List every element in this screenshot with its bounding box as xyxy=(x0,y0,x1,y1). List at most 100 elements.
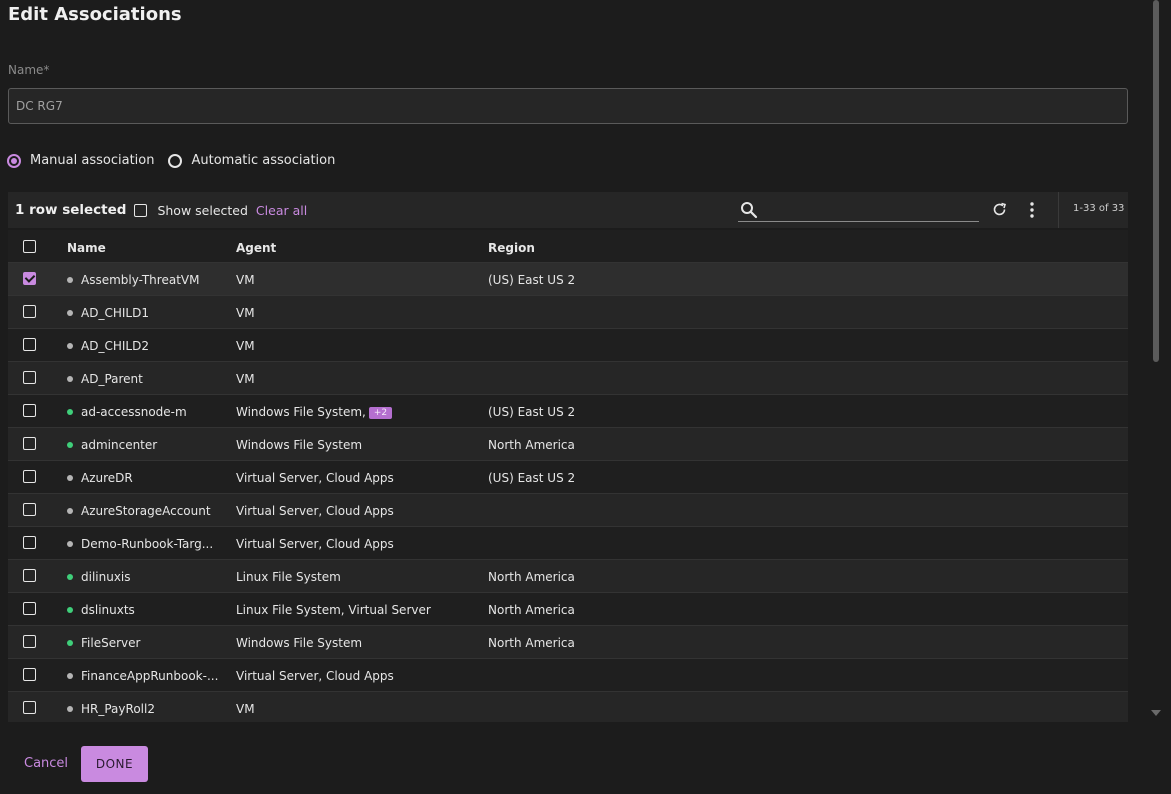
status-dot-icon xyxy=(67,607,73,613)
status-dot-icon xyxy=(67,640,73,646)
row-agent-text: VM xyxy=(236,273,255,287)
row-name[interactable]: AD_CHILD1 xyxy=(81,306,149,320)
manual-association-radio[interactable]: Manual association xyxy=(7,153,154,168)
row-checkbox[interactable] xyxy=(23,668,36,681)
row-agent: VM xyxy=(236,702,255,716)
table-row[interactable]: ad-accessnode-m Windows File System, +2 (US… xyxy=(8,395,1128,428)
table-row[interactable]: admincenter Windows File System North Amer… xyxy=(8,428,1128,461)
row-name[interactable]: admincenter xyxy=(81,438,157,452)
row-name[interactable]: HR_PayRoll2 xyxy=(81,702,155,716)
clear-all-link[interactable]: Clear all xyxy=(256,203,307,218)
select-all-checkbox[interactable] xyxy=(23,240,36,253)
row-checkbox[interactable] xyxy=(23,437,36,450)
row-agent: Linux File System, Virtual Server xyxy=(236,603,431,617)
row-name[interactable]: ad-accessnode-m xyxy=(81,405,187,419)
toolbar-divider xyxy=(1058,192,1059,228)
scrollbar-thumb[interactable] xyxy=(1153,0,1159,362)
row-checkbox[interactable] xyxy=(23,569,36,582)
table-row[interactable]: Demo-Runbook-Targ... Virtual Server, Clou… xyxy=(8,527,1128,560)
row-checkbox[interactable] xyxy=(23,602,36,615)
done-button[interactable]: DONE xyxy=(81,746,148,782)
row-name[interactable]: FinanceAppRunbook-... xyxy=(81,669,218,683)
table-row[interactable]: AD_CHILD1 VM xyxy=(8,296,1128,329)
row-checkbox[interactable] xyxy=(23,272,36,285)
status-dot-icon xyxy=(67,706,73,712)
automatic-association-label: Automatic association xyxy=(191,153,336,168)
name-input[interactable]: DC RG7 xyxy=(8,88,1128,124)
row-agent-text: VM xyxy=(236,306,255,320)
cancel-button[interactable]: Cancel xyxy=(24,756,68,771)
row-agent-text: VM xyxy=(236,372,255,386)
table-row[interactable]: HR_PayRoll2 VM xyxy=(8,692,1128,725)
table-row[interactable]: FinanceAppRunbook-... Virtual Server, Clo… xyxy=(8,659,1128,692)
table-row[interactable]: Assembly-ThreatVM VM (US) East US 2 xyxy=(8,263,1128,296)
row-agent-text: Windows File System xyxy=(236,438,363,452)
scrollbar[interactable] xyxy=(1150,0,1162,722)
scroll-down-arrow-icon[interactable] xyxy=(1151,710,1161,716)
table-row[interactable]: AzureDR Virtual Server, Cloud Apps (US) Ea… xyxy=(8,461,1128,494)
row-checkbox[interactable] xyxy=(23,470,36,483)
row-checkbox[interactable] xyxy=(23,404,36,417)
table-row[interactable]: AD_CHILD2 VM xyxy=(8,329,1128,362)
search-icon xyxy=(740,201,758,223)
row-checkbox[interactable] xyxy=(23,371,36,384)
row-agent: Windows File System xyxy=(236,438,362,452)
row-region: North America xyxy=(488,636,575,650)
row-agent-text: Virtual Server, Cloud Apps xyxy=(236,537,394,551)
row-name[interactable]: AD_Parent xyxy=(81,372,143,386)
status-dot-icon xyxy=(67,376,73,382)
table-row[interactable]: AD_Parent VM xyxy=(8,362,1128,395)
status-dot-icon xyxy=(67,343,73,349)
kebab-menu-icon[interactable] xyxy=(1025,201,1039,223)
row-checkbox[interactable] xyxy=(23,503,36,516)
dialog-footer: Cancel DONE xyxy=(0,722,1171,794)
show-selected-toggle[interactable]: Show selected xyxy=(134,203,248,218)
row-name[interactable]: Assembly-ThreatVM xyxy=(81,273,199,287)
row-agent: VM xyxy=(236,372,255,386)
row-name[interactable]: dilinuxis xyxy=(81,570,131,584)
status-dot-icon xyxy=(67,541,73,547)
automatic-association-radio[interactable]: Automatic association xyxy=(168,153,335,168)
table-row[interactable]: AzureStorageAccount Virtual Server, Cloud… xyxy=(8,494,1128,527)
radio-unselected-indicator[interactable] xyxy=(168,153,183,168)
row-name[interactable]: AD_CHILD2 xyxy=(81,339,149,353)
row-agent-text: Linux File System, Virtual Server xyxy=(236,603,431,617)
row-name[interactable]: AzureDR xyxy=(81,471,133,485)
row-name[interactable]: FileServer xyxy=(81,636,140,650)
row-name[interactable]: AzureStorageAccount xyxy=(81,504,211,518)
column-header-name[interactable]: Name xyxy=(67,241,106,255)
table-row[interactable]: FileServer Windows File System North Ameri… xyxy=(8,626,1128,659)
pagination-info: 1-33 of 33 xyxy=(1073,203,1125,214)
selected-count: 1 row selected xyxy=(15,202,127,218)
row-agent: VM xyxy=(236,306,255,320)
column-header-region[interactable]: Region xyxy=(488,241,535,255)
table-row[interactable]: dslinuxts Linux File System, Virtual Serv… xyxy=(8,593,1128,626)
status-dot-icon xyxy=(67,475,73,481)
table-row[interactable]: dilinuxis Linux File System North America xyxy=(8,560,1128,593)
row-checkbox[interactable] xyxy=(23,635,36,648)
dialog-title: Edit Associations xyxy=(8,4,182,25)
search-box[interactable] xyxy=(738,198,979,222)
row-checkbox[interactable] xyxy=(23,305,36,318)
row-agent: Virtual Server, Cloud Apps xyxy=(236,537,394,551)
row-checkbox[interactable] xyxy=(23,338,36,351)
table-body: Assembly-ThreatVM VM (US) East US 2 AD_CHIL… xyxy=(8,263,1128,725)
status-dot-icon xyxy=(67,277,73,283)
edit-associations-dialog: Edit Associations Name * DC RG7 Manual as… xyxy=(0,0,1171,794)
radio-selected-indicator[interactable] xyxy=(7,153,21,168)
row-agent: VM xyxy=(236,339,255,353)
required-marker: * xyxy=(43,63,50,77)
row-agent: Linux File System xyxy=(236,570,341,584)
refresh-icon[interactable] xyxy=(991,201,1008,222)
search-input[interactable] xyxy=(766,200,971,220)
show-selected-checkbox[interactable] xyxy=(134,203,148,217)
status-dot-icon xyxy=(67,574,73,580)
status-dot-icon xyxy=(67,442,73,448)
row-checkbox[interactable] xyxy=(23,701,36,714)
more-agents-badge[interactable]: +2 xyxy=(368,407,393,419)
row-name[interactable]: Demo-Runbook-Targ... xyxy=(81,537,213,551)
row-checkbox[interactable] xyxy=(23,536,36,549)
row-name[interactable]: dslinuxts xyxy=(81,603,135,617)
column-header-agent[interactable]: Agent xyxy=(236,241,276,255)
row-agent: Virtual Server, Cloud Apps xyxy=(236,504,394,518)
